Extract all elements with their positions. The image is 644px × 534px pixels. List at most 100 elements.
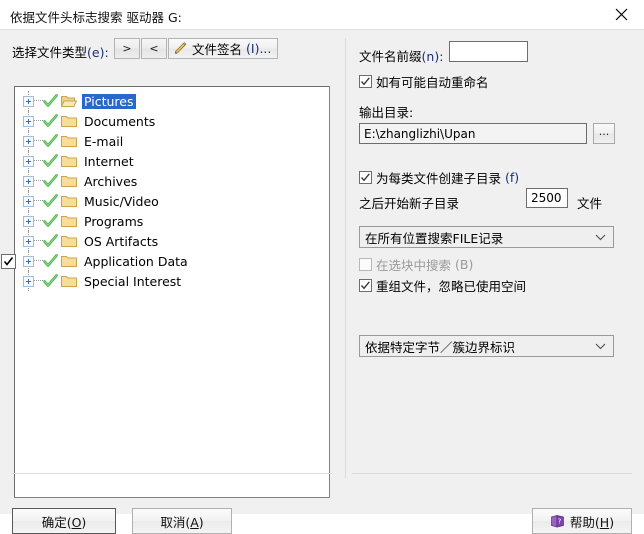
green-check-icon — [43, 153, 58, 167]
tree-item-internet[interactable]: Internet — [15, 151, 329, 171]
cancel-suffix: ) — [198, 514, 204, 530]
tree-item-label: Special Interest — [84, 273, 182, 289]
tree-connector — [34, 220, 43, 222]
tree-expander[interactable] — [23, 215, 34, 227]
tree-connector — [34, 280, 43, 282]
tree-connector — [34, 180, 43, 182]
create-subdir-row[interactable]: 为每类文件创建子目录 (f) — [359, 168, 519, 187]
checkmark-icon — [360, 173, 370, 182]
tree-expander[interactable] — [23, 275, 34, 287]
create-subdir-checkbox[interactable] — [359, 171, 372, 184]
search-scope-combo[interactable]: 在所有位置搜索FILE记录 — [359, 226, 614, 248]
tree-expander[interactable] — [23, 235, 34, 247]
help-label: 帮助(H) — [570, 512, 614, 531]
prefix-input[interactable] — [449, 41, 528, 62]
tree-expander[interactable] — [23, 255, 34, 267]
output-dir-label: 输出目录: — [359, 105, 414, 120]
tree-item-e-mail[interactable]: E-mail — [15, 131, 329, 151]
close-icon — [615, 8, 627, 21]
tree-item-programs[interactable]: Programs — [15, 211, 329, 231]
tree-item-label: Documents — [84, 113, 156, 129]
green-check-icon — [43, 113, 58, 127]
search-scope-value: 在所有位置搜索FILE记录 — [365, 230, 504, 246]
folder-icon — [61, 216, 77, 227]
tree-connector — [34, 260, 43, 262]
prev-button[interactable]: < — [141, 38, 167, 59]
folder-icon — [61, 256, 77, 267]
tree-expander[interactable] — [23, 175, 34, 187]
green-check-icon — [43, 133, 58, 147]
file-type-label-text: 选择文件类型 — [12, 45, 88, 60]
footer-divider-left — [12, 473, 332, 474]
regroup-files-row[interactable]: 重组文件，忽略已使用空间 — [359, 276, 526, 295]
output-dir-input[interactable] — [359, 123, 587, 144]
prefix-label-mnemonic: (n): — [421, 49, 444, 64]
tree-item-label: Application Data — [84, 253, 188, 269]
tree-item-special-interest[interactable]: Special Interest — [15, 271, 329, 291]
chevron-down-icon — [595, 227, 606, 247]
tree-item-label: Music/Video — [84, 193, 159, 209]
tree-connector — [34, 140, 43, 142]
select-all-checkbox[interactable] — [1, 254, 16, 269]
help-suffix: ) — [609, 514, 615, 530]
ok-mnemonic: O — [71, 514, 82, 530]
next-button[interactable]: > — [114, 38, 140, 59]
help-button[interactable]: ? 帮助(H) — [532, 508, 632, 534]
tree-connector — [34, 240, 43, 242]
checkmark-icon — [3, 257, 14, 266]
tree-connector — [34, 160, 43, 162]
tree-item-music-video[interactable]: Music/Video — [15, 191, 329, 211]
tree-item-application-data[interactable]: Application Data — [15, 251, 329, 271]
tree-item-os-artifacts[interactable]: OS Artifacts — [15, 231, 329, 251]
new-subdir-label: 之后开始新子目录 — [359, 196, 460, 211]
search-in-block-mnemonic: (B) — [455, 257, 474, 272]
search-in-block-row: 在选块中搜索 (B) — [359, 255, 473, 274]
tree-expander[interactable] — [23, 155, 34, 167]
ok-label: 确定(O) — [42, 512, 87, 531]
tree-item-label: Archives — [84, 173, 138, 189]
tree-item-pictures[interactable]: Pictures — [15, 91, 329, 111]
folder-icon — [61, 176, 77, 187]
search-in-block-label: 在选块中搜索 — [376, 258, 452, 273]
boundary-combo[interactable]: 依据特定字节／簇边界标识 — [359, 335, 614, 357]
create-subdir-mnemonic: (f) — [505, 170, 520, 185]
help-book-icon: ? — [551, 514, 564, 527]
title-bar: 依据文件头标志搜索 驱动器 G: — [0, 0, 644, 30]
folder-open-icon — [61, 96, 77, 107]
regroup-files-checkbox[interactable] — [359, 279, 372, 292]
tree-item-label: OS Artifacts — [84, 233, 159, 249]
auto-rename-row[interactable]: 如有可能自动重命名 — [359, 72, 489, 91]
search-in-block-checkbox — [359, 258, 372, 271]
file-signature-mnemonic: (I)... — [246, 41, 272, 56]
tree-expander[interactable] — [23, 135, 34, 147]
cancel-label: 取消(A) — [160, 512, 203, 531]
tree-connector — [34, 120, 43, 122]
auto-rename-checkbox[interactable] — [359, 75, 372, 88]
tree-item-documents[interactable]: Documents — [15, 111, 329, 131]
auto-rename-label: 如有可能自动重命名 — [376, 75, 489, 90]
green-check-icon — [43, 253, 58, 267]
tree-item-label: Pictures — [82, 93, 136, 109]
tree-item-label: Internet — [84, 153, 134, 169]
pencil-icon — [175, 42, 187, 54]
dialog-body: 选择文件类型(e): > < 文件签名 (I)... Pictures Docume… — [0, 30, 644, 534]
green-check-icon — [43, 93, 58, 107]
tree-item-archives[interactable]: Archives — [15, 171, 329, 191]
ok-button[interactable]: 确定(O) — [12, 508, 116, 534]
file-type-tree[interactable]: Pictures Documents E-mail Internet Archives M… — [14, 86, 330, 498]
folder-icon — [61, 196, 77, 207]
close-button[interactable] — [598, 0, 644, 29]
cancel-mnemonic: A — [190, 514, 199, 530]
ok-label-text: 确定( — [41, 514, 72, 530]
tree-expander[interactable] — [23, 195, 34, 207]
cancel-button[interactable]: 取消(A) — [132, 508, 232, 534]
browse-button[interactable]: ... — [593, 123, 615, 144]
new-subdir-count-input[interactable] — [526, 188, 568, 208]
green-check-icon — [43, 193, 58, 207]
green-check-icon — [43, 173, 58, 187]
tree-expander[interactable] — [23, 95, 34, 107]
file-signature-button[interactable]: 文件签名 (I)... — [168, 38, 279, 59]
tree-expander[interactable] — [23, 115, 34, 127]
checkmark-icon — [360, 77, 370, 86]
tree-connector — [34, 100, 43, 102]
